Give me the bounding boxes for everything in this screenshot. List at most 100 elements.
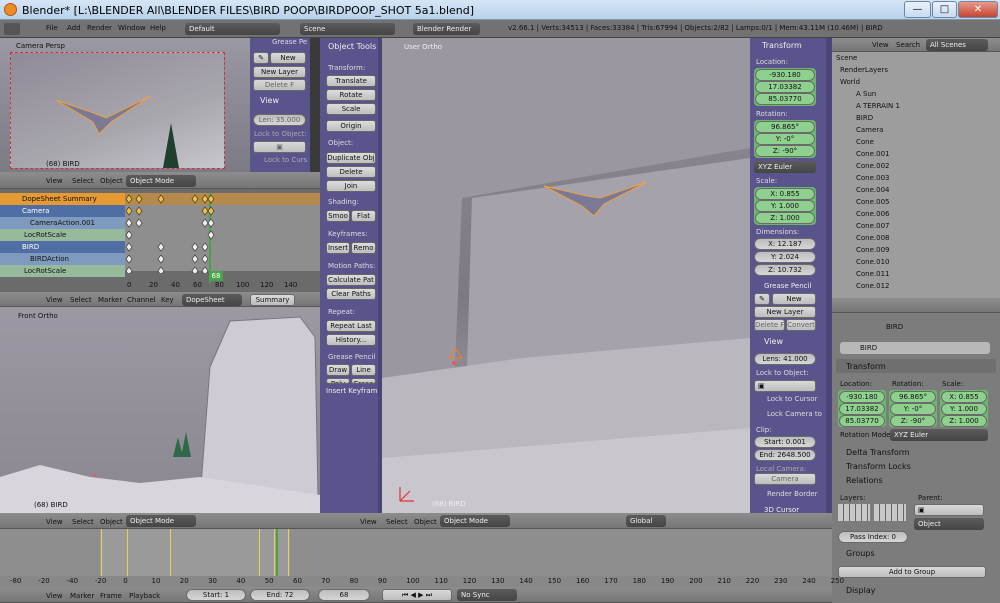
view-section[interactable]: View [764, 337, 783, 346]
transform-locks-panel[interactable]: Transform Locks [846, 462, 911, 471]
dimension-x-field[interactable]: X: 12.187 [754, 238, 816, 250]
prop-location-y[interactable]: 17.03382 [839, 403, 885, 415]
new-layer-button[interactable]: New Layer [754, 306, 816, 318]
menu-view[interactable]: View [46, 518, 63, 526]
relations-panel[interactable]: Relations [846, 476, 883, 485]
menu-view[interactable]: View [872, 41, 889, 49]
local-camera-field[interactable]: Camera [754, 473, 816, 485]
lens-field[interactable]: Len: 35.000 [253, 114, 306, 126]
draw-button[interactable]: Draw [326, 364, 350, 376]
channel-bird-locrotscale[interactable]: LocRotScale [0, 265, 125, 277]
scale-x-field[interactable]: X: 0.855 [755, 188, 815, 200]
main-viewport[interactable]: User Ortho (68) BIRD [382, 38, 750, 513]
menu-file[interactable]: File [46, 24, 58, 32]
outliner-item[interactable]: Cone.007 [856, 220, 996, 232]
prop-rotation-x[interactable]: 96.865° [890, 391, 936, 403]
outliner-item[interactable]: Cone.011 [856, 268, 996, 280]
outliner-item[interactable]: Camera [856, 124, 996, 136]
menu-object[interactable]: Object [100, 177, 123, 185]
scale-z-field[interactable]: Z: 1.000 [755, 212, 815, 224]
location-y-field[interactable]: 17.03382 [755, 81, 815, 93]
outliner-filter-selector[interactable]: All Scenes [926, 39, 988, 51]
minimize-button[interactable]: — [904, 1, 931, 18]
outliner-item[interactable]: RenderLayers [840, 64, 980, 76]
rotation-x-field[interactable]: 96.865° [755, 121, 815, 133]
mode-selector[interactable]: Object Mode [440, 515, 510, 527]
outliner-item[interactable]: Cone.003 [856, 172, 996, 184]
transform-section[interactable]: Transform [762, 41, 802, 50]
current-frame-field[interactable]: 68 [318, 589, 370, 601]
outliner-item[interactable]: Cone.001 [856, 148, 996, 160]
camera-viewport[interactable]: Camera Persp (68) BIRD [0, 38, 250, 172]
outliner-item[interactable]: Cone.002 [856, 160, 996, 172]
object-tools-title[interactable]: Object Tools [328, 42, 376, 51]
pencil-icon[interactable]: ✎ [253, 52, 269, 64]
delete-frame-button[interactable]: Delete Fra [754, 319, 785, 331]
sync-selector[interactable]: No Sync [457, 589, 517, 601]
front-viewport[interactable]: Front Ortho (68) BIRD [0, 307, 320, 513]
channel-camera-locrotscale[interactable]: LocRotScale [0, 229, 125, 241]
keyframe-area[interactable] [125, 193, 320, 283]
translate-button[interactable]: Translate [326, 75, 376, 87]
location-x-field[interactable]: -930.180 [755, 69, 815, 81]
start-frame-field[interactable]: Start: 1 [186, 589, 246, 601]
delete-frame-button[interactable]: Delete F [253, 79, 306, 91]
render-engine-selector[interactable]: Blender Render [413, 23, 480, 35]
menu-object[interactable]: Object [100, 518, 123, 526]
origin-button[interactable]: Origin [326, 120, 376, 132]
rotate-button[interactable]: Rotate [326, 89, 376, 101]
close-button[interactable]: ✕ [958, 1, 998, 18]
insert-key-button[interactable]: Insert [326, 242, 350, 254]
outliner-item[interactable]: A Sun [856, 88, 996, 100]
summary-toggle[interactable]: Summary [250, 294, 295, 306]
grease-pencil-section[interactable]: Grease Pencil [764, 282, 811, 290]
orientation-selector[interactable]: Global [626, 515, 666, 527]
playback-controls[interactable]: ⏮ ◀ ▶ ⏭ [382, 589, 452, 601]
menu-frame[interactable]: Frame [100, 592, 122, 600]
menu-view[interactable]: View [360, 518, 377, 526]
channel-camera[interactable]: Camera [0, 205, 125, 217]
outliner-item[interactable]: Cone.009 [856, 244, 996, 256]
outliner-item[interactable]: BIRD [856, 112, 996, 124]
prop-location-x[interactable]: -930.180 [839, 391, 885, 403]
rotation-z-field[interactable]: Z: -90° [755, 145, 815, 157]
lens-field[interactable]: Lens: 41.000 [754, 353, 816, 365]
lock-object-field[interactable]: ▣ [754, 380, 816, 392]
object-name-field[interactable]: BIRD [840, 342, 990, 354]
outliner-item[interactable]: Cone.010 [856, 256, 996, 268]
prop-rotation-z[interactable]: Z: -90° [890, 415, 936, 427]
duplicate-button[interactable]: Duplicate Obj [326, 152, 376, 164]
scale-button[interactable]: Scale [326, 103, 376, 115]
render-border-checkbox[interactable]: Render Border [767, 490, 818, 498]
dopesheet-mode-selector[interactable]: DopeSheet [182, 294, 242, 306]
new-gp-button[interactable]: New [772, 293, 816, 305]
prop-scale-x[interactable]: X: 0.855 [941, 391, 987, 403]
history-button[interactable]: History... [326, 334, 376, 346]
layers-grid[interactable] [874, 504, 906, 521]
menu-view[interactable]: View [46, 177, 63, 185]
outliner-item[interactable]: Cone.008 [856, 232, 996, 244]
line-button[interactable]: Line [351, 364, 376, 376]
view-section[interactable]: View [260, 96, 279, 105]
outliner-item[interactable]: World [840, 76, 980, 88]
channel-bird[interactable]: BIRD [0, 241, 125, 253]
pass-index-field[interactable]: Pass Index: 0 [838, 531, 908, 543]
layers-grid[interactable] [838, 504, 870, 521]
menu-view[interactable]: View [46, 296, 63, 304]
outliner-item[interactable]: Cone.012 [856, 280, 996, 292]
info-editor-icon[interactable] [4, 23, 20, 35]
convert-button[interactable]: Convert [786, 319, 816, 331]
menu-marker[interactable]: Marker [98, 296, 122, 304]
menu-view[interactable]: View [46, 592, 63, 600]
timeline-editor[interactable]: -80 -20 -40 -20 0 10 20 30 40 50 60 70 80 90 100 110 120… [0, 529, 844, 587]
delta-transform-panel[interactable]: Delta Transform [846, 448, 910, 457]
mode-selector[interactable]: Object Mode [126, 515, 196, 527]
location-z-field[interactable]: 85.03770 [755, 93, 815, 105]
rotation-mode-selector[interactable]: XYZ Euler [890, 429, 988, 441]
prop-scale-z[interactable]: Z: 1.000 [941, 415, 987, 427]
clear-paths-button[interactable]: Clear Paths [326, 288, 376, 300]
menu-select[interactable]: Select [70, 296, 92, 304]
lock-cursor-checkbox[interactable]: Lock to Curs [264, 156, 307, 164]
parent-type-selector[interactable]: Object [914, 518, 984, 530]
smooth-button[interactable]: Smoo [326, 210, 350, 222]
